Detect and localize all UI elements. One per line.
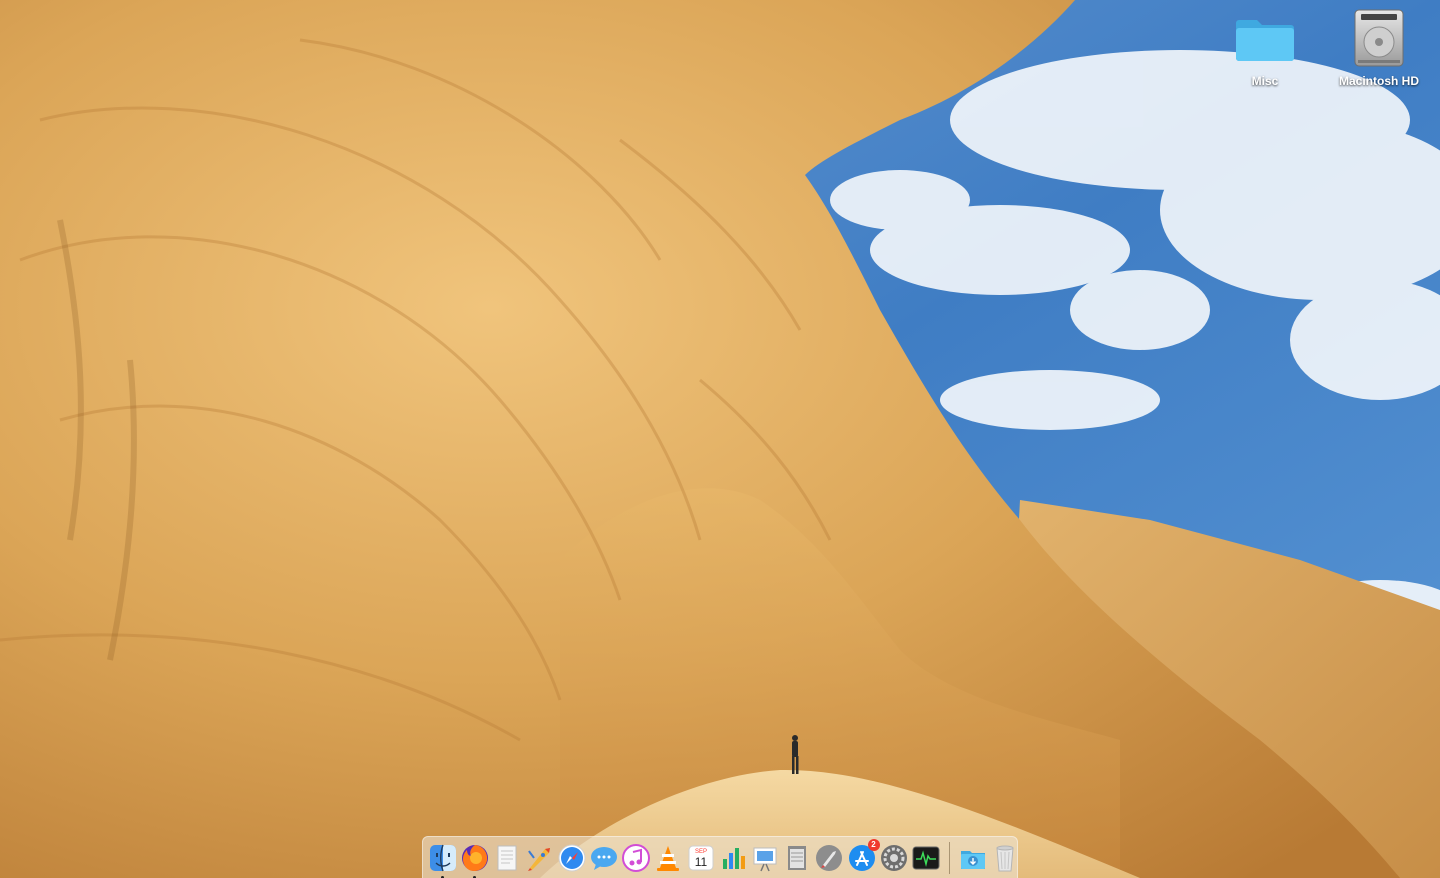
dock-textedit[interactable] — [492, 843, 522, 873]
desktop-icon-misc[interactable]: Misc — [1210, 6, 1320, 88]
launchpad-icon — [816, 844, 843, 871]
dock-rocket-app[interactable] — [525, 843, 555, 873]
desktop: Misc Macintosh HD SEP 11 2 — [0, 0, 1440, 878]
dock-separator — [949, 841, 950, 874]
dock-app-store[interactable]: 2 — [847, 838, 880, 873]
rocket-icon — [527, 847, 550, 871]
dock-trash[interactable] — [990, 843, 1020, 873]
itunes-icon — [622, 843, 651, 872]
keynote-icon — [753, 847, 777, 871]
desktop-wallpaper — [0, 0, 1440, 878]
notification-badge: 2 — [867, 838, 880, 851]
dock-numbers[interactable] — [718, 843, 748, 873]
dock-system-preferences[interactable] — [879, 843, 909, 873]
dock-downloads-folder[interactable] — [958, 843, 988, 873]
dock-notes[interactable] — [782, 843, 812, 873]
system-preferences-icon — [880, 844, 907, 871]
calendar-icon: SEP 11 — [688, 845, 714, 870]
messages-icon — [591, 846, 618, 870]
dock: SEP 11 2 — [422, 836, 1018, 878]
dock-keynote[interactable] — [750, 843, 780, 873]
desktop-icon-label: Misc — [1251, 74, 1279, 88]
vlc-icon — [657, 845, 680, 871]
numbers-icon — [722, 847, 745, 869]
folder-icon — [1233, 6, 1297, 70]
safari-icon — [558, 844, 586, 871]
dock-launchpad[interactable] — [814, 843, 844, 873]
activity-monitor-icon — [912, 846, 940, 869]
dock-activity-monitor[interactable] — [911, 843, 941, 873]
dock-calendar[interactable]: SEP 11 — [686, 843, 716, 873]
trash-icon — [996, 845, 1014, 871]
dock-itunes[interactable] — [621, 843, 651, 873]
textedit-icon — [497, 845, 517, 870]
calendar-day: 11 — [694, 855, 707, 869]
dock-vlc[interactable] — [653, 843, 683, 873]
dock-safari[interactable] — [557, 843, 587, 873]
dock-firefox[interactable] — [460, 843, 490, 878]
dock-finder[interactable] — [428, 843, 458, 878]
desktop-icon-macintosh-hd[interactable]: Macintosh HD — [1324, 6, 1434, 88]
firefox-icon — [462, 844, 489, 871]
desktop-icon-label: Macintosh HD — [1338, 74, 1419, 88]
downloads-folder-icon — [961, 850, 986, 869]
finder-icon — [430, 844, 457, 871]
notes-icon — [788, 845, 807, 870]
dock-messages[interactable] — [589, 843, 619, 873]
hard-drive-icon — [1347, 6, 1411, 70]
